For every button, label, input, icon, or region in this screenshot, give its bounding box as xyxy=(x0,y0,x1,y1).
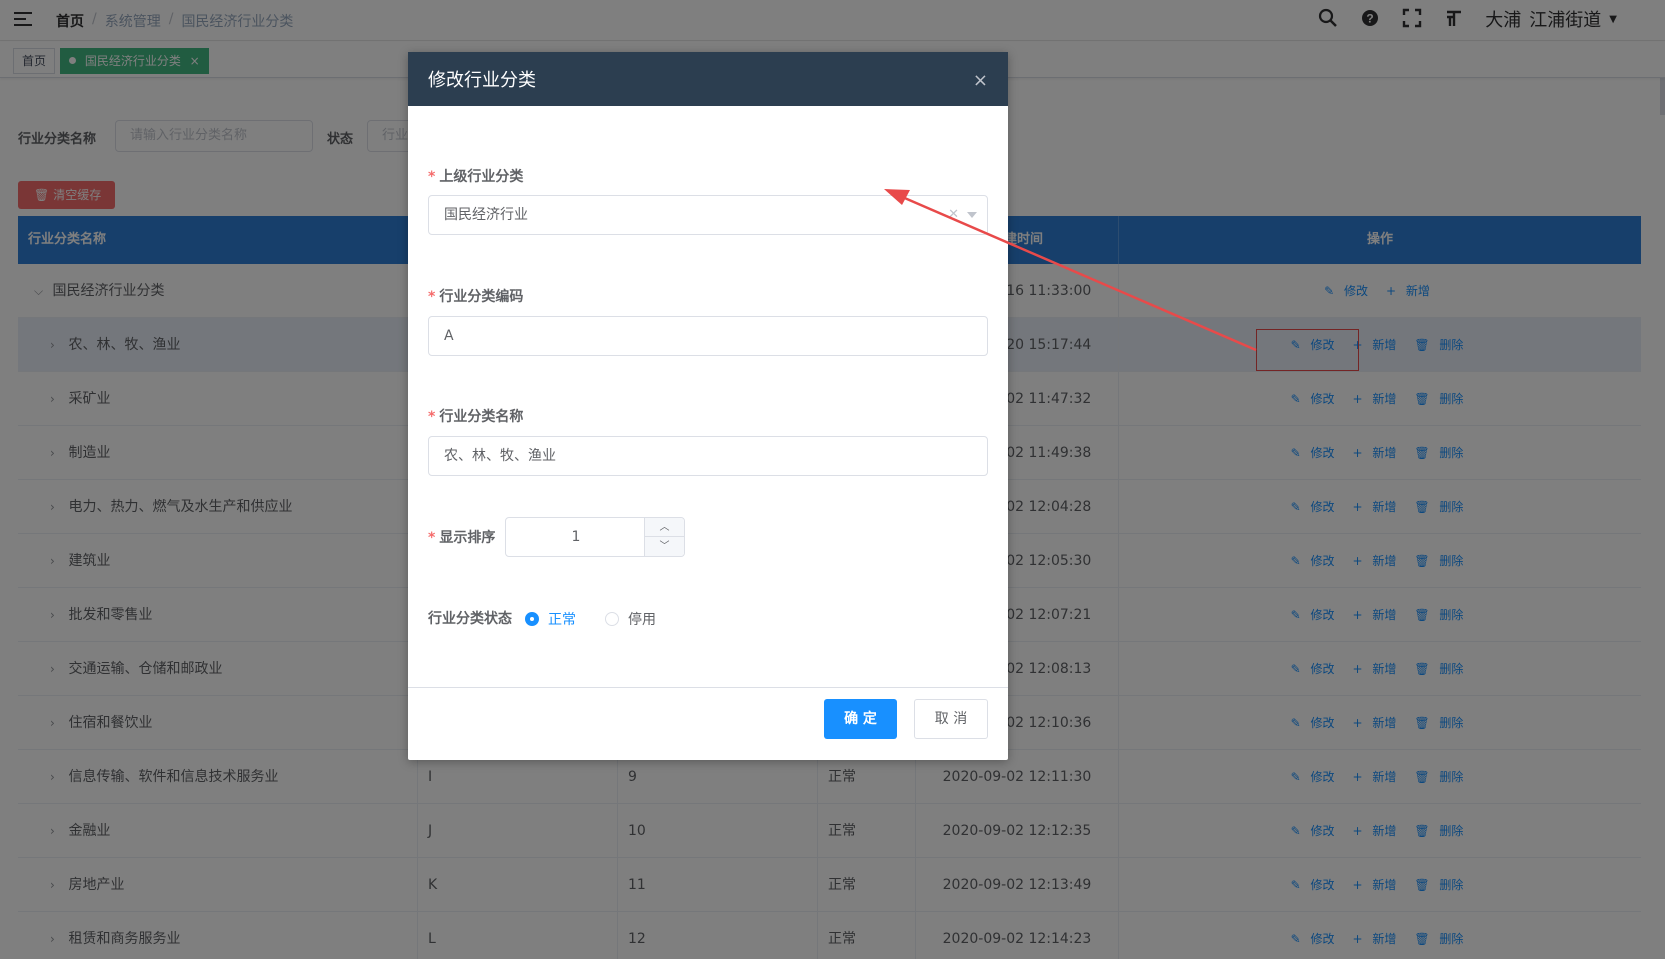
sort-stepper[interactable]: 1 ︿ ﹀ xyxy=(505,517,685,557)
status-option-normal: 正常 xyxy=(548,612,576,628)
radio-unchecked-icon xyxy=(605,612,619,626)
dialog-footer-divider xyxy=(408,687,1008,688)
name-label: * 行业分类名称 xyxy=(428,409,524,425)
stepper-controls: ︿ ﹀ xyxy=(644,518,684,556)
dialog-header: 修改行业分类 × xyxy=(408,52,1008,106)
status-label: 行业分类状态 xyxy=(428,611,512,627)
chevron-up-icon[interactable]: ︿ xyxy=(645,518,684,537)
confirm-button[interactable]: 确 定 xyxy=(824,699,897,739)
status-radio-disabled[interactable]: 停用 xyxy=(605,609,656,629)
cancel-button[interactable]: 取 消 xyxy=(914,699,988,739)
close-icon[interactable]: × xyxy=(973,52,988,110)
radio-checked-icon xyxy=(525,612,539,626)
chevron-down-icon[interactable]: ﹀ xyxy=(645,537,684,556)
status-radio-normal[interactable]: 正常 xyxy=(525,609,576,629)
code-input[interactable]: A xyxy=(428,316,988,356)
sort-label: * 显示排序 xyxy=(428,530,496,546)
edit-dialog: 修改行业分类 × * 上级行业分类 国民经济行业 ✕ * 行业分类编码 A * 行业分… xyxy=(408,52,1008,760)
clear-icon[interactable]: ✕ xyxy=(948,196,959,234)
chevron-down-icon xyxy=(967,212,977,218)
parent-category-select[interactable]: 国民经济行业 ✕ xyxy=(428,195,988,235)
code-label: * 行业分类编码 xyxy=(428,289,524,305)
parent-label: * 上级行业分类 xyxy=(428,169,524,185)
parent-category-value: 国民经济行业 xyxy=(444,207,528,223)
status-option-disabled: 停用 xyxy=(628,612,656,628)
sort-value[interactable]: 1 xyxy=(506,518,646,556)
dialog-title: 修改行业分类 xyxy=(428,70,536,91)
name-input[interactable]: 农、林、牧、渔业 xyxy=(428,436,988,476)
